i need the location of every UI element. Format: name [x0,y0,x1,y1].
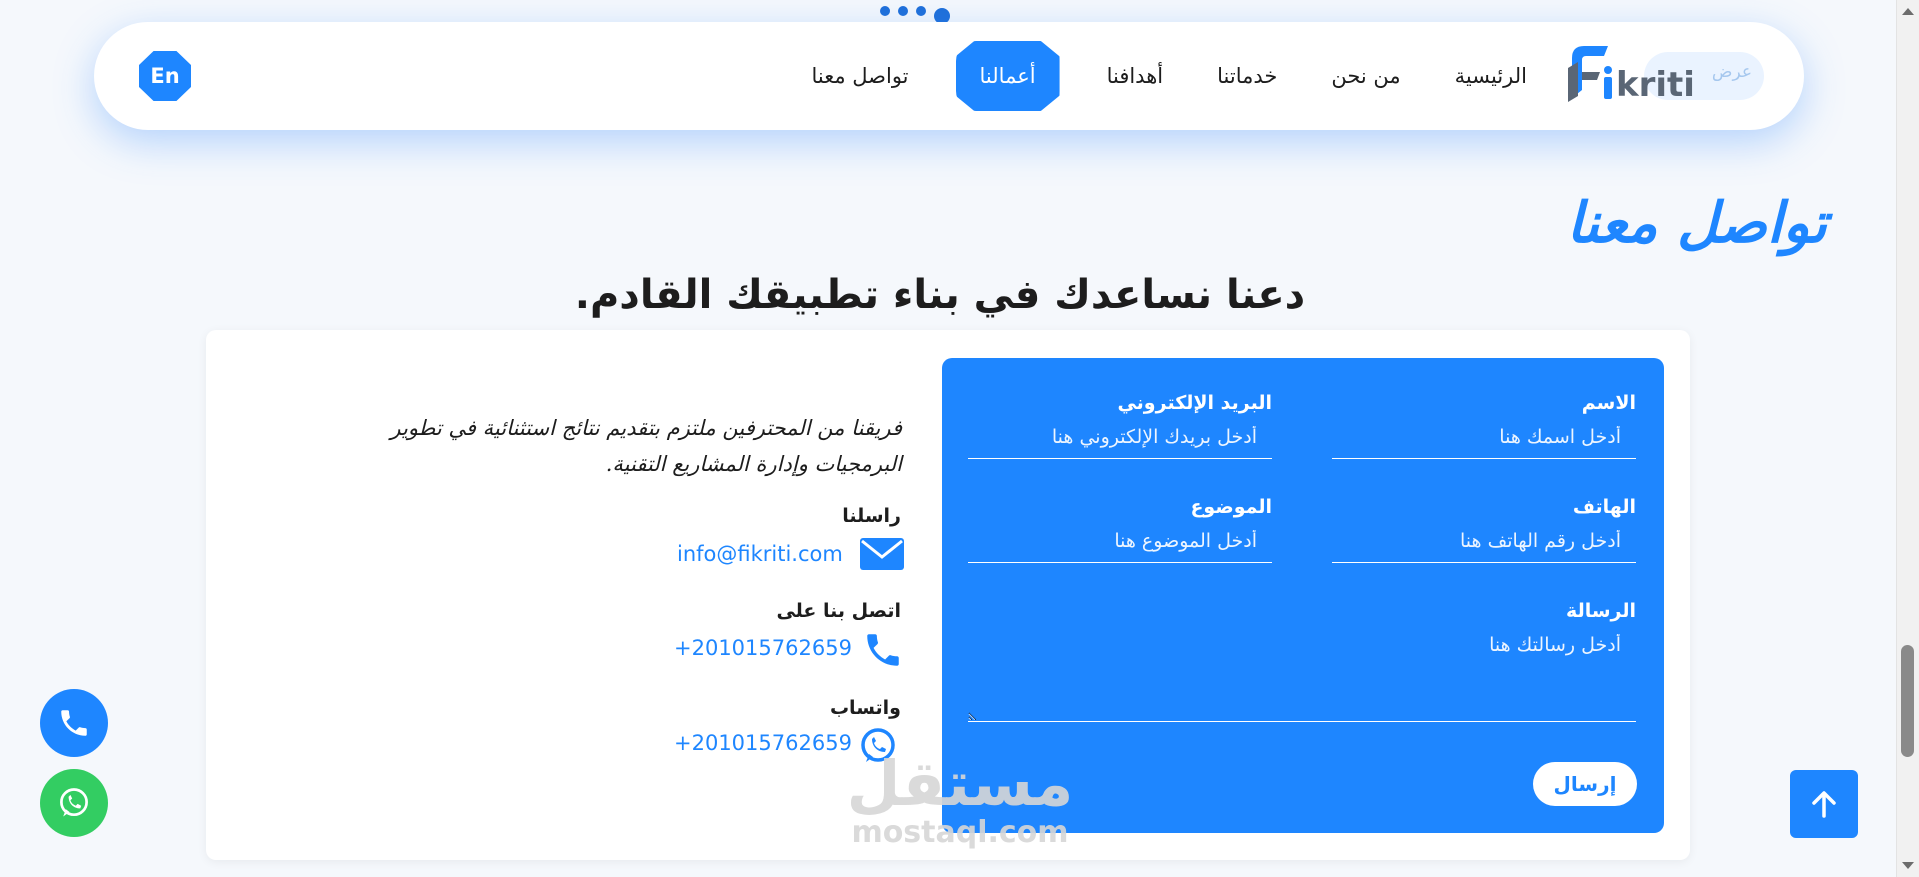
name-label: الاسم [1581,392,1636,414]
subject-input[interactable] [968,530,1272,563]
phone-icon [862,628,904,676]
navbar: عرض kriti الرئيسية من نحن خدماتنا أهدافن… [94,22,1804,130]
nav-link-about[interactable]: من نحن [1304,22,1427,130]
site-logo[interactable]: عرض kriti [1564,38,1764,114]
scroll-up-arrow-icon[interactable] [1902,8,1914,15]
section-title: تواصل معنا [1566,190,1827,256]
name-input[interactable] [1332,426,1636,459]
intro-text: فريقنا من المحترفين ملتزم بتقديم نتائج ا… [390,416,902,476]
subject-field: الموضوع [968,496,1272,563]
phone-label: اتصل بنا على [776,600,901,622]
nav-link-contact[interactable]: تواصل معنا [784,22,935,130]
email-label: راسلنا [842,505,901,527]
phone-field-label: الهاتف [1572,496,1636,518]
logo-mark-icon: kriti [1568,46,1695,105]
language-toggle-button[interactable]: En [139,51,191,101]
message-label: الرسالة [1566,600,1636,622]
whatsapp-link[interactable]: +201015762659 [674,731,852,755]
phone-icon [61,710,87,736]
email-field: البريد الإلكتروني [968,392,1272,459]
scrollbar-thumb[interactable] [1901,645,1914,757]
message-field: الرسالة [968,600,1636,726]
email-link[interactable]: info@fikriti.com [677,542,843,566]
whatsapp-label: واتساب [829,697,901,719]
svg-text:kriti: kriti [1616,65,1695,105]
subject-label: الموضوع [1190,496,1272,518]
floating-call-button[interactable] [40,689,108,757]
scroll-top-button[interactable] [1790,770,1858,838]
nav-link-works[interactable]: أعمالنا [955,41,1060,111]
watermark-latin: mostaql.com [851,815,1069,850]
message-textarea[interactable] [968,634,1636,722]
email-input[interactable] [968,426,1272,459]
arrow-up-icon [1812,791,1836,818]
section-subtitle: دعنا نساعدك في بناء تطبيقك القادم. [574,272,1306,318]
watermark-arabic: مستقل [846,747,1074,820]
envelope-icon [860,538,904,574]
watermark: مستقل mostaql.com [840,752,1080,850]
whatsapp-icon [60,788,88,817]
phone-field: الهاتف [1332,496,1636,563]
phone-input[interactable] [1332,530,1636,563]
email-field-label: البريد الإلكتروني [1117,392,1272,414]
nav-links: الرئيسية من نحن خدماتنا أهدافنا أعمالنا … [784,22,1554,130]
scroll-down-arrow-icon[interactable] [1902,862,1914,869]
nav-link-services[interactable]: خدماتنا [1190,22,1304,130]
floating-whatsapp-button[interactable] [40,769,108,837]
nav-link-home[interactable]: الرئيسية [1428,22,1554,130]
page-scrollbar[interactable] [1896,0,1919,877]
send-button[interactable]: إرسال [1533,762,1637,806]
nav-link-goals[interactable]: أهدافنا [1080,22,1191,130]
phone-link[interactable]: +201015762659 [674,636,852,660]
name-field: الاسم [1332,392,1636,459]
